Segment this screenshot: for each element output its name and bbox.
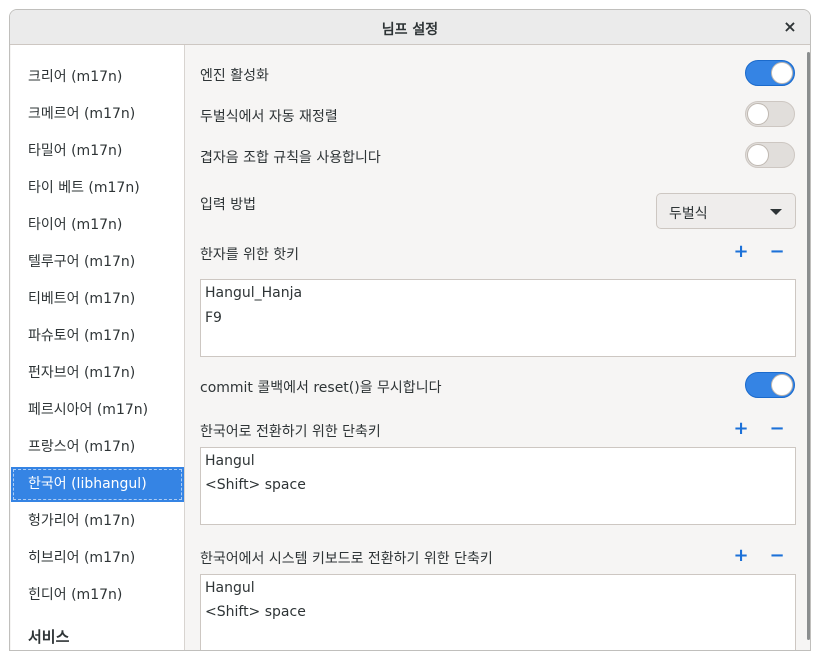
input-method-label: 입력 방법 — [200, 197, 256, 213]
list-item[interactable]: Hangul — [205, 453, 255, 469]
enable-engine-label: 엔진 활성화 — [200, 68, 269, 84]
list-item[interactable]: Hangul — [205, 580, 255, 596]
jaso-rules-label: 겹자음 조합 규칙을 사용합니다 — [200, 150, 381, 166]
close-icon[interactable]: × — [780, 17, 800, 37]
input-method-dropdown[interactable]: 두벌식 — [656, 193, 796, 229]
settings-window: 님프 설정 × 크리어 (m17n) 크메르어 (m17n) 타밀어 (m17n… — [9, 9, 811, 651]
scrollbar[interactable] — [807, 52, 810, 640]
jaso-rules-switch[interactable] — [745, 142, 795, 168]
input-method-value: 두벌식 — [669, 206, 708, 222]
sidebar-section-heading: 서비스 — [28, 628, 70, 646]
sidebar-item[interactable]: 페르시아어 (m17n) — [11, 393, 184, 428]
dropdown-arrow-icon — [770, 209, 782, 215]
sidebar-item[interactable]: 타이어 (m17n) — [11, 208, 184, 243]
system-shortcut-list[interactable]: Hangul <Shift> space — [200, 574, 796, 650]
settings-panel: 엔진 활성화 두벌식에서 자동 재정렬 겹자음 조합 규칙을 사용합니다 입력 … — [186, 45, 806, 650]
sidebar-item[interactable]: 크메르어 (m17n) — [11, 97, 184, 132]
engine-sidebar: 크리어 (m17n) 크메르어 (m17n) 타밀어 (m17n) 타이 베트 … — [11, 45, 185, 650]
remove-korean-shortcut-icon[interactable]: − — [767, 419, 787, 439]
switch-knob — [771, 62, 793, 84]
add-korean-shortcut-icon[interactable]: + — [731, 419, 751, 439]
sidebar-item[interactable]: 헝가리어 (m17n) — [11, 504, 184, 539]
sidebar-item[interactable]: 히브리어 (m17n) — [11, 541, 184, 576]
sidebar-item[interactable]: 펀자브어 (m17n) — [11, 356, 184, 391]
title-bar: 님프 설정 × — [10, 10, 810, 45]
list-item[interactable]: Hangul_Hanja — [205, 285, 302, 301]
hanja-hotkey-label: 한자를 위한 핫키 — [200, 247, 300, 263]
sidebar-item[interactable]: 힌디어 (m17n) — [11, 578, 184, 613]
add-system-shortcut-icon[interactable]: + — [731, 546, 751, 566]
list-item[interactable]: <Shift> space — [205, 604, 306, 620]
list-item[interactable]: <Shift> space — [205, 477, 306, 493]
sidebar-item[interactable]: 크리어 (m17n) — [11, 60, 184, 95]
sidebar-item[interactable]: 텔루구어 (m17n) — [11, 245, 184, 280]
sidebar-item[interactable]: 타밀어 (m17n) — [11, 134, 184, 169]
window-title: 님프 설정 — [381, 22, 439, 38]
auto-reorder-switch[interactable] — [745, 101, 795, 127]
list-item[interactable]: F9 — [205, 310, 222, 326]
switch-to-system-label: 한국어에서 시스템 키보드로 전환하기 위한 단축키 — [200, 551, 493, 567]
ignore-reset-label: commit 콜백에서 reset()을 무시합니다 — [200, 380, 442, 396]
add-hanja-hotkey-icon[interactable]: + — [731, 242, 751, 262]
switch-knob — [771, 374, 793, 396]
sidebar-item[interactable]: 파슈토어 (m17n) — [11, 319, 184, 354]
remove-hanja-hotkey-icon[interactable]: − — [767, 242, 787, 262]
remove-system-shortcut-icon[interactable]: − — [767, 546, 787, 566]
ignore-reset-switch[interactable] — [745, 372, 795, 398]
switch-knob — [747, 103, 769, 125]
hanja-hotkey-list[interactable]: Hangul_Hanja F9 — [200, 279, 796, 357]
sidebar-item[interactable]: 티베트어 (m17n) — [11, 282, 184, 317]
korean-shortcut-list[interactable]: Hangul <Shift> space — [200, 447, 796, 525]
sidebar-item[interactable]: 프랑스어 (m17n) — [11, 430, 184, 465]
switch-to-korean-label: 한국어로 전환하기 위한 단축키 — [200, 424, 381, 440]
sidebar-item[interactable]: 타이 베트 (m17n) — [11, 171, 184, 206]
auto-reorder-label: 두벌식에서 자동 재정렬 — [200, 109, 338, 125]
sidebar-item-selected[interactable]: 한국어 (libhangul) — [11, 467, 184, 502]
switch-knob — [747, 144, 769, 166]
enable-engine-switch[interactable] — [745, 60, 795, 86]
